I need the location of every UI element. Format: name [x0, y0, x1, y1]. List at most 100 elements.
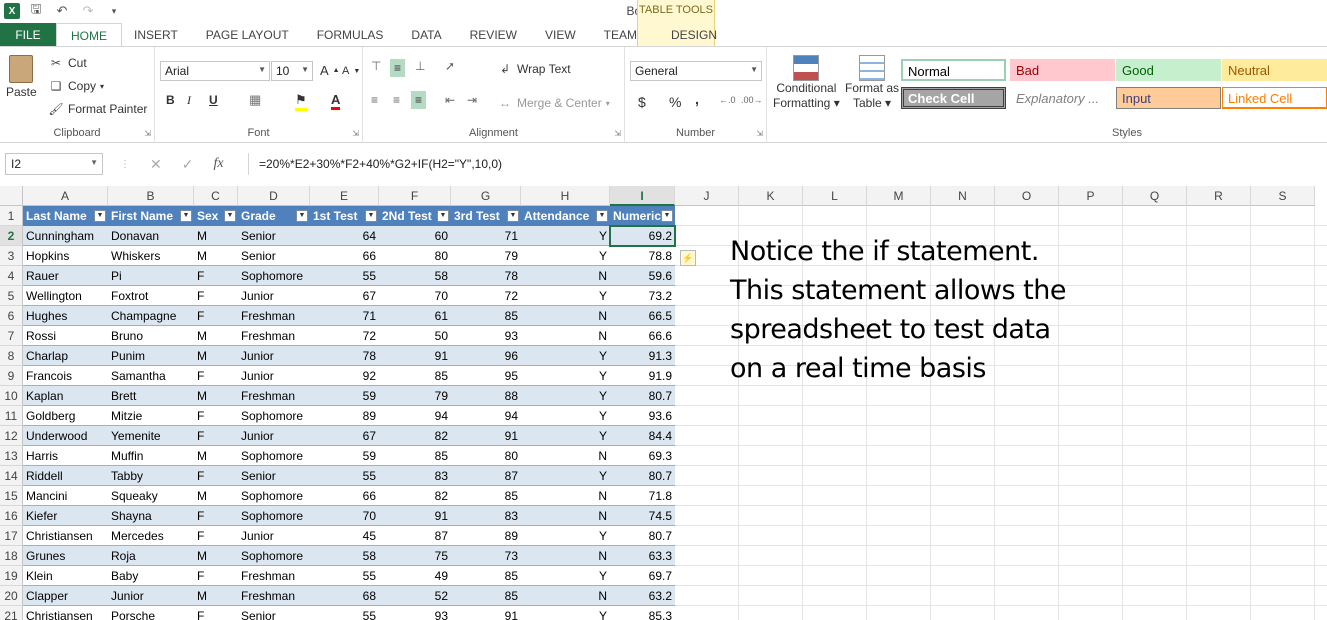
- table-cell[interactable]: Wellington: [23, 286, 108, 306]
- table-cell[interactable]: Rossi: [23, 326, 108, 346]
- table-cell[interactable]: 82: [379, 426, 451, 446]
- table-cell[interactable]: 74.5: [610, 506, 675, 526]
- table-cell[interactable]: 71: [451, 226, 521, 246]
- tab-insert[interactable]: INSERT: [122, 23, 192, 47]
- table-cell[interactable]: Hopkins: [23, 246, 108, 266]
- column-header-h[interactable]: H: [521, 186, 610, 206]
- table-cell[interactable]: Freshman: [238, 306, 310, 326]
- table-cell[interactable]: 84.4: [610, 426, 675, 446]
- borders-icon[interactable]: ▦: [249, 92, 261, 108]
- save-icon[interactable]: 🖫: [26, 0, 46, 22]
- table-cell[interactable]: Tabby: [108, 466, 194, 486]
- table-cell[interactable]: 94: [379, 406, 451, 426]
- copy-button[interactable]: ❏ Copy ▾: [48, 78, 104, 94]
- filter-dropdown-icon[interactable]: ▼: [180, 210, 192, 222]
- table-cell[interactable]: Francois: [23, 366, 108, 386]
- table-cell[interactable]: Porsche: [108, 606, 194, 620]
- tab-page-layout[interactable]: PAGE LAYOUT: [192, 23, 303, 47]
- table-cell[interactable]: Bruno: [108, 326, 194, 346]
- filter-dropdown-icon[interactable]: ▼: [596, 210, 608, 222]
- currency-button[interactable]: $: [638, 94, 646, 110]
- align-top-icon[interactable]: ⊤: [371, 59, 381, 73]
- table-cell[interactable]: 92: [310, 366, 379, 386]
- table-cell[interactable]: Sophomore: [238, 486, 310, 506]
- table-cell[interactable]: M: [194, 346, 238, 366]
- table-cell[interactable]: Grunes: [23, 546, 108, 566]
- table-cell[interactable]: Brett: [108, 386, 194, 406]
- row-header-20[interactable]: 20: [0, 586, 23, 606]
- formula-input[interactable]: =20%*E2+30%*F2+40%*G2+IF(H2="Y",10,0): [248, 153, 1327, 175]
- table-cell[interactable]: 72: [310, 326, 379, 346]
- row-header-6[interactable]: 6: [0, 306, 23, 326]
- table-cell[interactable]: 96: [451, 346, 521, 366]
- table-cell[interactable]: 83: [451, 506, 521, 526]
- underline-button[interactable]: U: [209, 93, 218, 107]
- table-cell[interactable]: Junior: [238, 286, 310, 306]
- row-header-2[interactable]: 2: [0, 226, 23, 246]
- table-cell[interactable]: 69.7: [610, 566, 675, 586]
- filter-dropdown-icon[interactable]: ▼: [661, 210, 673, 222]
- table-cell[interactable]: Freshman: [238, 386, 310, 406]
- table-cell[interactable]: Christiansen: [23, 526, 108, 546]
- table-cell[interactable]: 91.3: [610, 346, 675, 366]
- table-cell[interactable]: Sophomore: [238, 406, 310, 426]
- cell-style-input[interactable]: Input: [1116, 87, 1221, 109]
- column-header-m[interactable]: M: [867, 186, 931, 206]
- column-header-r[interactable]: R: [1187, 186, 1251, 206]
- table-cell[interactable]: 67: [310, 426, 379, 446]
- table-cell[interactable]: Junior: [238, 366, 310, 386]
- column-header-s[interactable]: S: [1251, 186, 1315, 206]
- filter-dropdown-icon[interactable]: ▼: [94, 210, 106, 222]
- table-cell[interactable]: N: [521, 446, 610, 466]
- table-cell[interactable]: 52: [379, 586, 451, 606]
- table-cell[interactable]: 87: [379, 526, 451, 546]
- table-cell[interactable]: 91: [379, 506, 451, 526]
- table-cell[interactable]: 85.3: [610, 606, 675, 620]
- table-header-cell[interactable]: Grade ▼: [238, 206, 310, 226]
- dialog-launcher-icon[interactable]: ⇲: [614, 129, 621, 138]
- table-cell[interactable]: N: [521, 306, 610, 326]
- table-header-cell[interactable]: Sex ▼: [194, 206, 238, 226]
- row-header-19[interactable]: 19: [0, 566, 23, 586]
- table-cell[interactable]: Whiskers: [108, 246, 194, 266]
- table-cell[interactable]: F: [194, 286, 238, 306]
- table-cell[interactable]: 91: [379, 346, 451, 366]
- bold-button[interactable]: B: [166, 93, 175, 107]
- table-cell[interactable]: Junior: [238, 426, 310, 446]
- table-cell[interactable]: Klein: [23, 566, 108, 586]
- table-cell[interactable]: 80: [451, 446, 521, 466]
- wrap-text-button[interactable]: ↲ Wrap Text: [497, 61, 571, 77]
- table-cell[interactable]: 85: [451, 566, 521, 586]
- table-cell[interactable]: Junior: [108, 586, 194, 606]
- table-cell[interactable]: 85: [451, 306, 521, 326]
- table-cell[interactable]: Underwood: [23, 426, 108, 446]
- table-cell[interactable]: Charlap: [23, 346, 108, 366]
- table-cell[interactable]: Sophomore: [238, 506, 310, 526]
- table-cell[interactable]: Christiansen: [23, 606, 108, 620]
- table-cell[interactable]: 80.7: [610, 386, 675, 406]
- table-cell[interactable]: Sophomore: [238, 546, 310, 566]
- table-cell[interactable]: 78.8: [610, 246, 675, 266]
- italic-button[interactable]: I: [187, 93, 191, 108]
- table-header-cell[interactable]: 2Nd Test ▼: [379, 206, 451, 226]
- table-cell[interactable]: 55: [310, 566, 379, 586]
- cell-style-bad[interactable]: Bad: [1010, 59, 1115, 81]
- table-cell[interactable]: Mitzie: [108, 406, 194, 426]
- dialog-launcher-icon[interactable]: ⇲: [144, 129, 151, 138]
- table-cell[interactable]: 89: [310, 406, 379, 426]
- font-size-select[interactable]: 10 ▼: [271, 61, 313, 81]
- table-cell[interactable]: F: [194, 406, 238, 426]
- table-cell[interactable]: 69.3: [610, 446, 675, 466]
- table-cell[interactable]: Shayna: [108, 506, 194, 526]
- table-cell[interactable]: F: [194, 366, 238, 386]
- align-center-icon[interactable]: ≡: [393, 93, 400, 107]
- tab-view[interactable]: VIEW: [531, 23, 590, 47]
- table-cell[interactable]: 60: [379, 226, 451, 246]
- column-header-l[interactable]: L: [803, 186, 867, 206]
- table-cell[interactable]: Y: [521, 606, 610, 620]
- paste-button[interactable]: Paste: [6, 55, 37, 99]
- table-cell[interactable]: M: [194, 386, 238, 406]
- table-cell[interactable]: 71.8: [610, 486, 675, 506]
- table-cell[interactable]: Freshman: [238, 326, 310, 346]
- table-cell[interactable]: 67: [310, 286, 379, 306]
